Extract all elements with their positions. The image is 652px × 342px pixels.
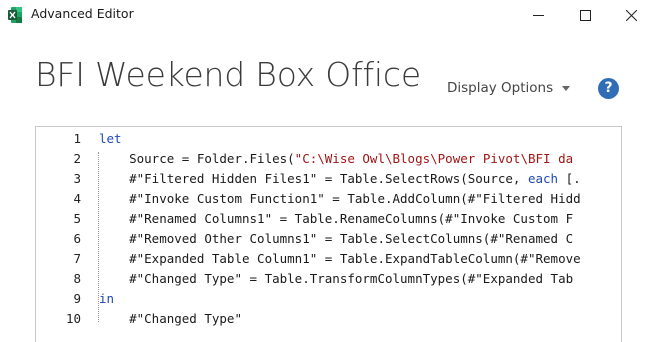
- code-text: #"Changed Type" = Table.TransformColumnT…: [99, 271, 574, 286]
- code-text: #"Expanded Table Column1" = Table.Expand…: [99, 251, 581, 266]
- maximize-icon: [579, 9, 591, 21]
- code-text: Source = Folder.Files(: [99, 151, 295, 166]
- code-keyword: each: [527, 171, 559, 186]
- display-options-label: Display Options: [447, 80, 554, 96]
- code-area[interactable]: let Source = Folder.Files("C:\Wise Owl\B…: [99, 127, 621, 342]
- code-text: #"Invoke Custom Function1" = Table.AddCo…: [99, 191, 581, 206]
- code-line[interactable]: #"Invoke Custom Function1" = Table.AddCo…: [99, 189, 581, 209]
- code-line[interactable]: #"Changed Type" = Table.TransformColumnT…: [99, 269, 573, 289]
- minimize-icon: [532, 14, 544, 16]
- code-line[interactable]: let: [99, 129, 122, 149]
- line-number: 2: [73, 151, 81, 166]
- code-editor[interactable]: 1 2 3 4 5 6 7 8 9 10 let Source = Folder.Files("C…: [35, 126, 622, 342]
- close-icon: [625, 9, 637, 21]
- code-keyword: in: [99, 291, 115, 306]
- code-line[interactable]: #"Removed Other Columns1" = Table.Select…: [99, 229, 573, 249]
- code-text: #"Renamed Columns1" = Table.RenameColumn…: [99, 211, 574, 226]
- help-icon[interactable]: ?: [598, 78, 619, 99]
- line-number: 1: [73, 131, 81, 146]
- line-number: 6: [73, 231, 81, 246]
- line-number: 5: [73, 211, 81, 226]
- code-text: #"Removed Other Columns1" = Table.Select…: [99, 231, 574, 246]
- maximize-button[interactable]: [562, 0, 608, 30]
- query-name-heading: BFI Weekend Box Office: [35, 55, 421, 94]
- excel-icon: [8, 7, 22, 23]
- window-title: Advanced Editor: [31, 6, 134, 21]
- code-line[interactable]: Source = Folder.Files("C:\Wise Owl\Blogs…: [99, 149, 573, 169]
- caret-down-icon: [562, 85, 571, 91]
- code-line[interactable]: #"Expanded Table Column1" = Table.Expand…: [99, 249, 581, 269]
- code-keyword: let: [99, 131, 122, 146]
- line-number: 9: [73, 291, 81, 306]
- code-line[interactable]: in: [99, 289, 114, 309]
- code-line[interactable]: #"Renamed Columns1" = Table.RenameColumn…: [99, 209, 573, 229]
- line-number: 4: [73, 191, 81, 206]
- code-line[interactable]: #"Filtered Hidden Files1" = Table.Select…: [99, 169, 581, 189]
- line-number: 7: [73, 251, 81, 266]
- code-string: "C:\Wise Owl\Blogs\Power Pivot\BFI da: [294, 151, 574, 166]
- line-number: 3: [73, 171, 81, 186]
- line-number-gutter: 1 2 3 4 5 6 7 8 9 10: [36, 127, 81, 342]
- code-text: #"Changed Type": [99, 311, 242, 326]
- display-options-dropdown[interactable]: Display Options: [447, 80, 571, 96]
- line-number: 10: [65, 311, 81, 326]
- minimize-button[interactable]: [515, 0, 561, 30]
- code-line[interactable]: #"Changed Type": [99, 309, 242, 329]
- line-number: 8: [73, 271, 81, 286]
- code-text: [.: [558, 171, 581, 186]
- code-text: #"Filtered Hidden Files1" = Table.Select…: [99, 171, 528, 186]
- close-button[interactable]: [608, 0, 652, 30]
- title-bar: Advanced Editor: [0, 0, 652, 30]
